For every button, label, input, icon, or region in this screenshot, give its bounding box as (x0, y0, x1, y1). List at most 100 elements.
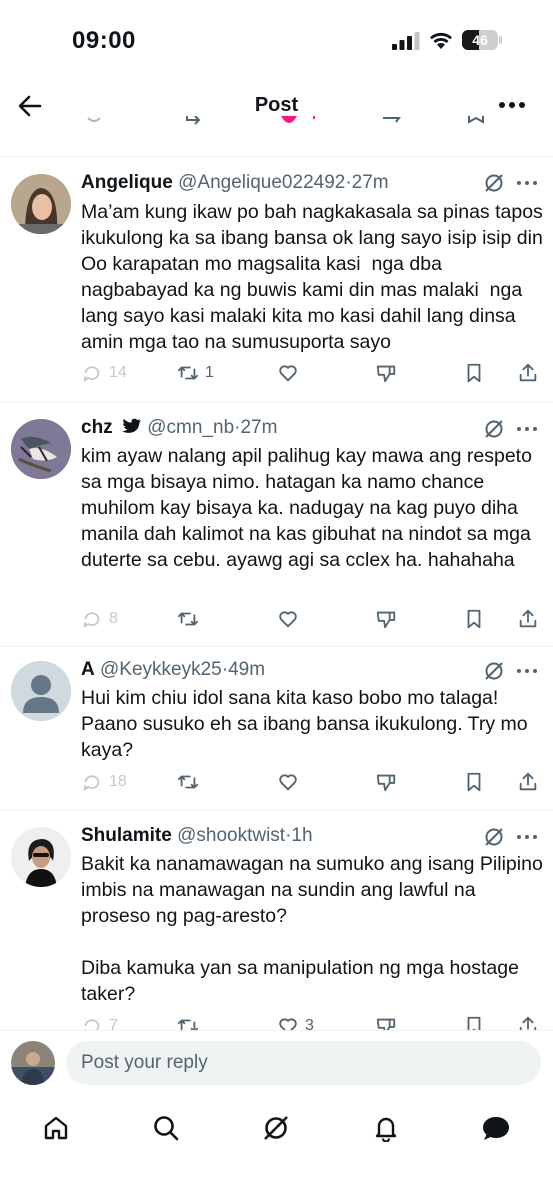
comment-icon (84, 1019, 100, 1030)
page-title: Post (254, 94, 299, 116)
dislike-icon[interactable] (380, 116, 404, 136)
like-button[interactable] (277, 606, 305, 632)
grok-icon[interactable] (483, 826, 505, 848)
reply-button[interactable]: 14 (81, 360, 127, 386)
grok-icon (264, 1116, 288, 1140)
reply-more-icon[interactable] (517, 427, 539, 433)
thumbs-down-icon (376, 611, 396, 629)
dislike-button[interactable] (375, 1013, 397, 1030)
dislike-button[interactable] (375, 769, 397, 795)
my-avatar[interactable] (11, 1041, 55, 1085)
repost-icon (177, 775, 199, 789)
reply-more-icon[interactable] (517, 835, 539, 841)
reply-button[interactable]: 8 (81, 606, 118, 632)
heart-icon (279, 611, 297, 628)
like-button[interactable] (277, 360, 305, 386)
bookmark-icon (467, 1016, 481, 1030)
reply-post[interactable]: Angelique @Angelique022492·27m Ma’am kun… (0, 156, 553, 402)
bookmark-icon[interactable] (466, 116, 486, 136)
timestamp[interactable]: 27m (240, 417, 277, 438)
repost-button[interactable] (177, 769, 205, 795)
share-icon (519, 609, 537, 628)
avatar[interactable] (11, 419, 71, 479)
comment-icon (83, 775, 100, 791)
display-name[interactable]: Angelique (81, 172, 173, 193)
reply-actions: 7 3 (81, 1013, 543, 1030)
bookmark-button[interactable] (463, 1013, 485, 1030)
like-icon[interactable] (278, 116, 300, 136)
share-button[interactable] (517, 606, 539, 632)
repost-button[interactable] (177, 1013, 205, 1030)
default-avatar[interactable] (11, 661, 71, 721)
home-indicator (206, 1185, 347, 1190)
like-count: 3 (305, 1017, 314, 1030)
repost-icon[interactable] (183, 116, 207, 136)
reply-header: A @Keykkeyk25·49m (81, 657, 265, 683)
like-button[interactable] (277, 769, 305, 795)
share-button[interactable] (517, 360, 539, 386)
reply-button[interactable]: 7 (81, 1013, 118, 1030)
heart-icon (279, 774, 297, 791)
status-time: 09:00 (72, 27, 136, 54)
repost-button[interactable] (177, 606, 205, 632)
repost-icon (177, 366, 199, 380)
nav-grok[interactable] (248, 1112, 304, 1144)
thumbs-down-icon (376, 365, 396, 383)
nav-messages[interactable] (468, 1112, 524, 1144)
bookmark-button[interactable] (463, 606, 485, 632)
reply-post[interactable]: chz @cmn_nb·27m kim ayaw nalang apil pal… (0, 402, 553, 646)
heart-icon (279, 365, 297, 382)
dislike-button[interactable] (375, 360, 397, 386)
thumbs-down-icon (376, 774, 396, 792)
display-name[interactable]: chz (81, 417, 113, 438)
comment-icon (83, 366, 100, 382)
reply-icon[interactable] (84, 116, 104, 136)
reply-post[interactable]: A @Keykkeyk25·49m Hui kim chiu idol sana… (0, 646, 553, 810)
nav-home[interactable] (28, 1112, 84, 1144)
bird-badge-icon (121, 418, 142, 433)
grok-icon[interactable] (483, 172, 505, 194)
reply-more-icon[interactable] (517, 669, 539, 675)
grok-icon[interactable] (483, 660, 505, 682)
reply-post[interactable]: Shulamite @shooktwist·1h Bakit ka nanama… (0, 810, 553, 1030)
grok-icon[interactable] (483, 418, 505, 440)
reply-input[interactable] (66, 1041, 541, 1085)
reply-more-icon[interactable] (517, 181, 539, 187)
reply-count: 14 (109, 364, 127, 381)
user-handle[interactable]: @shooktwist (177, 825, 285, 846)
reply-text: kim ayaw nalang apil palihug kay mawa an… (81, 445, 538, 571)
nav-notifications[interactable] (358, 1112, 414, 1144)
cellular-signal-icon (392, 32, 420, 50)
bookmark-button[interactable] (463, 769, 485, 795)
like-count-remnant (310, 116, 320, 136)
reply-button[interactable]: 18 (81, 769, 127, 795)
display-name[interactable]: Shulamite (81, 825, 172, 846)
avatar[interactable] (11, 174, 71, 234)
user-handle[interactable]: @cmn_nb (147, 417, 234, 438)
more-options-icon[interactable] (499, 102, 525, 110)
wifi-icon (430, 32, 452, 49)
repost-button[interactable]: 1 (177, 360, 214, 386)
like-button[interactable]: 3 (277, 1013, 314, 1030)
user-handle[interactable]: @Keykkeyk25 (100, 659, 222, 680)
share-button[interactable] (517, 1013, 539, 1030)
timestamp[interactable]: 49m (228, 659, 265, 680)
share-icon (519, 363, 537, 382)
timestamp[interactable]: 1h (291, 825, 312, 846)
dislike-button[interactable] (375, 606, 397, 632)
notifications-icon (375, 1117, 397, 1142)
share-button[interactable] (517, 769, 539, 795)
display-name[interactable]: A (81, 659, 95, 680)
reply-actions: 14 1 (81, 360, 543, 386)
bookmark-button[interactable] (463, 360, 485, 386)
avatar[interactable] (11, 827, 71, 887)
user-handle[interactable]: @Angelique022492 (178, 172, 345, 193)
reply-text: Hui kim chiu idol sana kita kaso bobo mo… (81, 687, 534, 761)
replies-list[interactable]: Angelique @Angelique022492·27m Ma’am kun… (0, 116, 553, 1030)
reply-header: chz @cmn_nb·27m (81, 415, 277, 441)
share-icon (519, 772, 537, 791)
reply-actions: 18 (81, 769, 543, 795)
nav-search[interactable] (138, 1112, 194, 1144)
bookmark-icon (467, 609, 481, 629)
timestamp[interactable]: 27m (352, 172, 389, 193)
